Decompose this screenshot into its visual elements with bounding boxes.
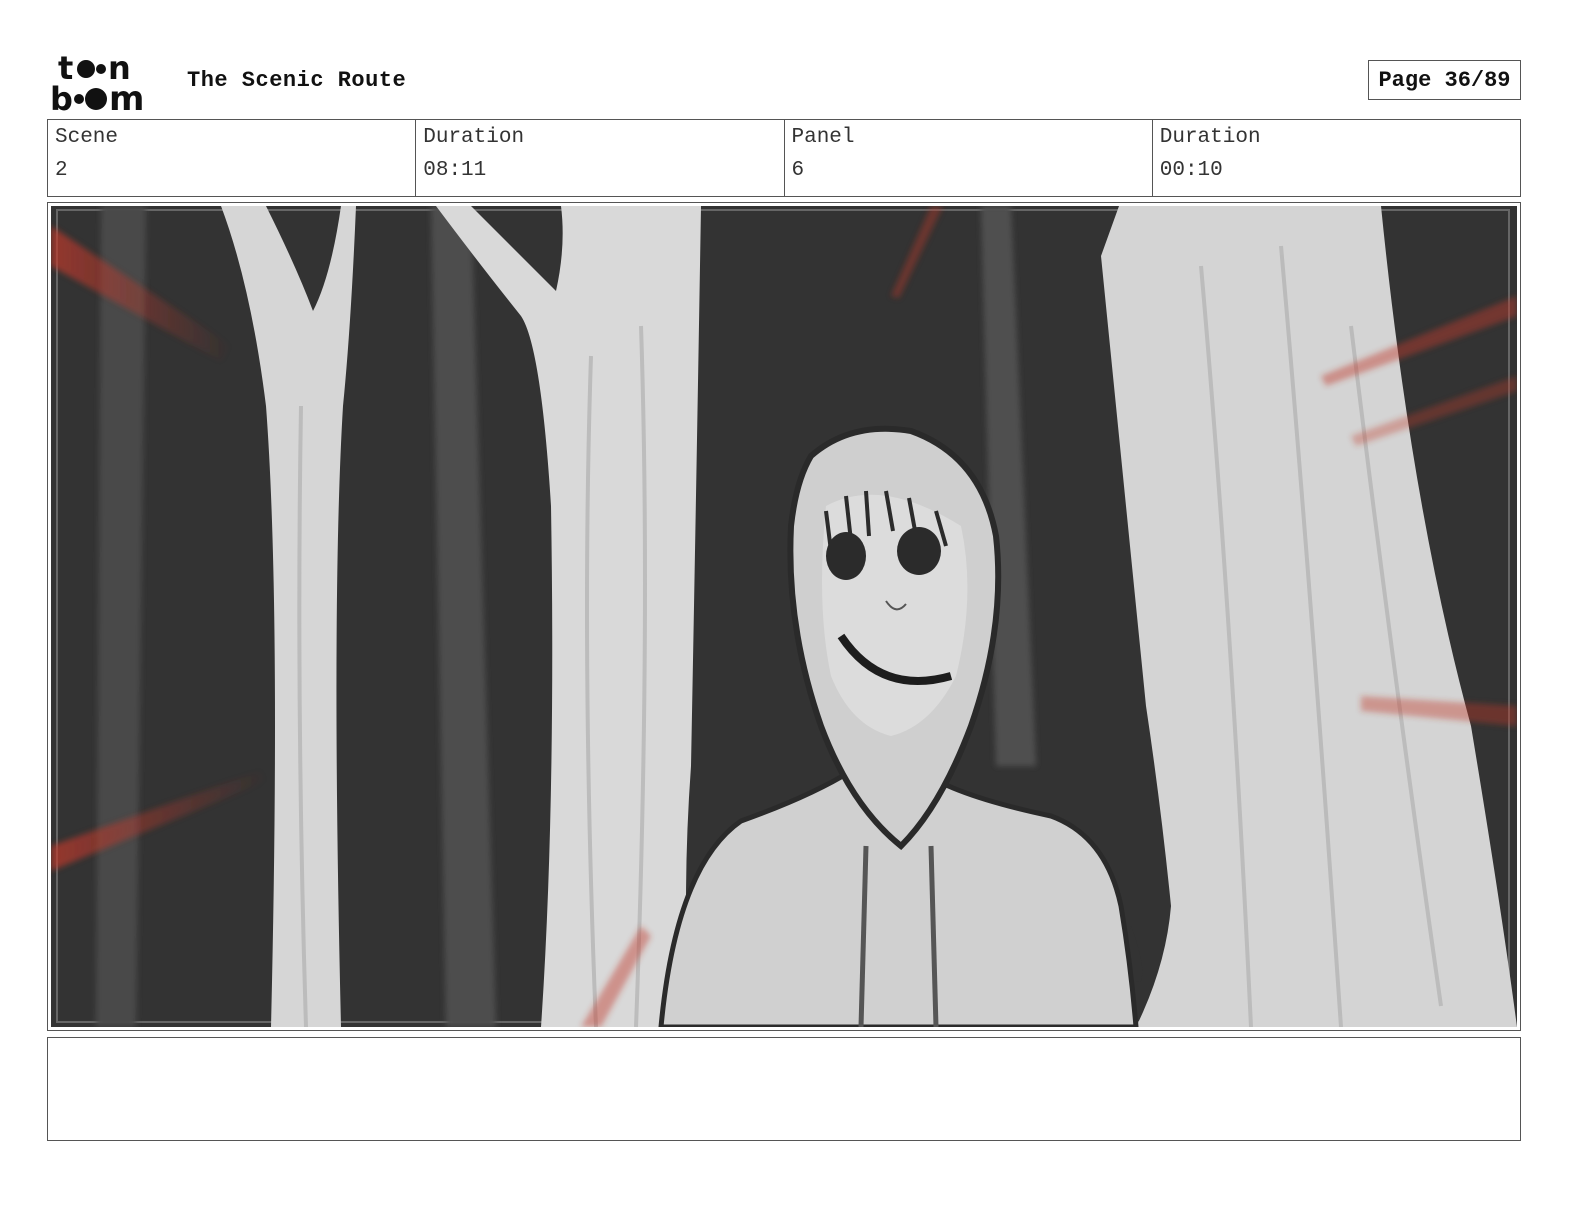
panel-duration-value: 00:10 xyxy=(1159,159,1223,182)
svg-text:m: m xyxy=(109,79,144,114)
scene-duration-value: 08:11 xyxy=(423,159,487,182)
toonboom-logo: t n b m xyxy=(50,50,144,114)
panel-value: 6 xyxy=(791,159,805,182)
scene-cell: Scene 2 xyxy=(48,120,417,196)
panel-duration-label: Duration xyxy=(1159,126,1261,149)
storyboard-panel-image xyxy=(51,206,1517,1027)
panel-cell: Panel 6 xyxy=(785,120,1153,196)
scene-duration-label: Duration xyxy=(423,126,525,149)
panel-duration-cell: Duration 00:10 xyxy=(1153,120,1520,196)
panel-notes-box[interactable] xyxy=(47,1037,1521,1141)
scene-label: Scene xyxy=(55,126,119,149)
page-number: Page 36/89 xyxy=(1368,60,1521,100)
panel-label: Panel xyxy=(791,126,855,149)
panel-info-row: Scene 2 Duration 08:11 Panel 6 Duration … xyxy=(47,119,1521,197)
scene-value: 2 xyxy=(55,159,68,182)
storyboard-title: The Scenic Route xyxy=(187,68,407,93)
scene-duration-cell: Duration 08:11 xyxy=(416,120,785,196)
svg-text:b: b xyxy=(50,80,73,114)
